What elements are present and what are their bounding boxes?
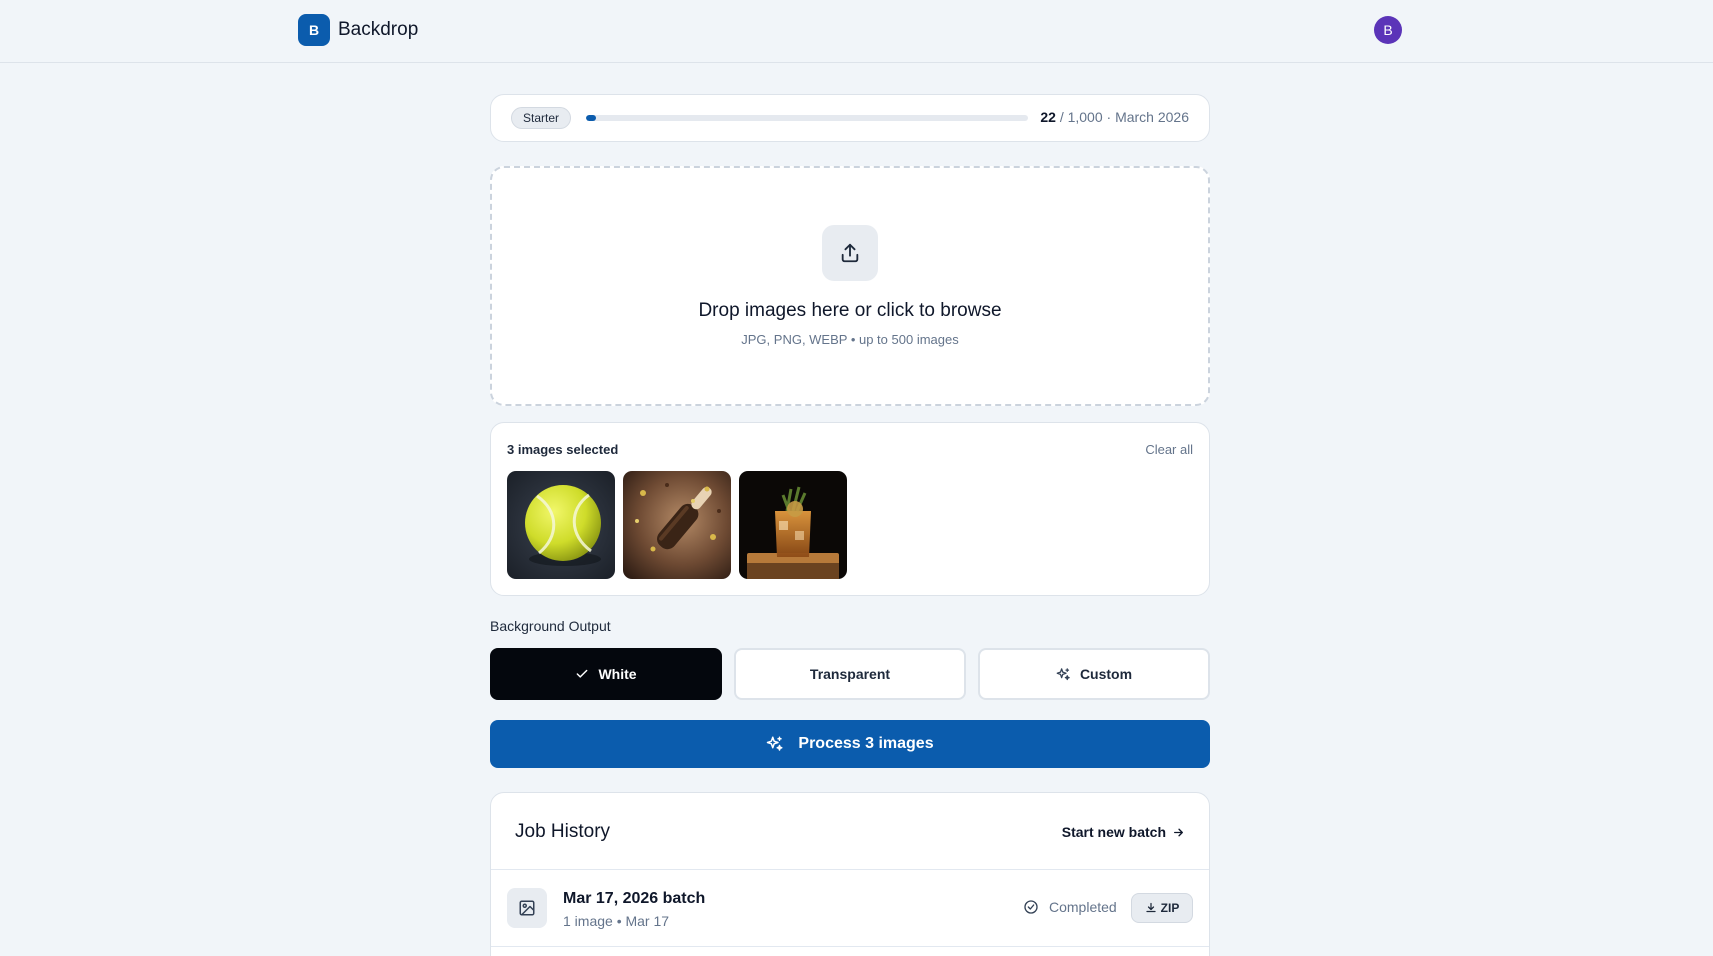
bg-option-white[interactable]: White: [490, 648, 722, 700]
start-new-batch-link[interactable]: Start new batch: [1062, 824, 1185, 840]
thumbnail-tennis-ball[interactable]: [507, 471, 615, 579]
dropzone-title: Drop images here or click to browse: [698, 300, 1002, 321]
start-new-batch-label: Start new batch: [1061, 824, 1166, 840]
job-meta: 1 image • Mar 17: [563, 913, 670, 929]
usage-count: 22 / 1,000 · March 2026: [1040, 109, 1189, 125]
job-status: Completed: [1023, 899, 1117, 915]
arrow-right-icon: [1174, 828, 1183, 836]
image-icon: [507, 888, 547, 928]
row-divider: [491, 946, 1209, 947]
clear-all-button[interactable]: Clear all: [1145, 442, 1193, 457]
process-images-button[interactable]: Process 3 images: [490, 720, 1210, 768]
logo-badge[interactable]: B: [298, 14, 330, 46]
thumbnail-cocktail[interactable]: [739, 471, 847, 579]
bg-option-custom[interactable]: Custom: [978, 648, 1210, 700]
selected-count: 3 images selected: [507, 442, 619, 457]
usage-progress-fill: [586, 115, 596, 121]
bg-option-transparent-label: Transparent: [809, 666, 891, 682]
bg-option-custom-label: Custom: [1079, 666, 1133, 682]
process-button-label: Process 3 images: [798, 735, 934, 752]
download-zip-button[interactable]: ZIP: [1131, 893, 1193, 923]
download-icon: [1146, 902, 1156, 913]
top-bar: B Backdrop B: [0, 0, 1713, 63]
job-name[interactable]: Mar 17, 2026 batch: [563, 890, 705, 908]
check-circle-icon: [1024, 900, 1038, 914]
job-history-card: Job History Start new batch Mar 17, 2026…: [490, 792, 1210, 956]
plan-badge: Starter: [511, 107, 572, 129]
sparkle-icon: [767, 736, 783, 751]
bg-option-white-label: White: [598, 666, 637, 682]
bg-option-transparent[interactable]: Transparent: [734, 648, 966, 700]
thumbnail-ice-cream-bar[interactable]: [623, 471, 731, 579]
upload-icon[interactable]: [822, 225, 878, 281]
user-avatar[interactable]: B: [1374, 16, 1402, 44]
job-status-label: Completed: [1049, 899, 1117, 915]
usage-used: 22: [1040, 109, 1056, 125]
image-dropzone[interactable]: Drop images here or click to browse JPG,…: [490, 166, 1210, 406]
history-divider: [491, 869, 1209, 870]
usage-limit-period: / 1,000 · March 2026: [1059, 109, 1189, 125]
background-output-label: Background Output: [490, 618, 611, 634]
usage-card: Starter 22 / 1,000 · March 2026: [490, 94, 1210, 142]
sparkle-icon: [1056, 667, 1070, 680]
job-history-title: Job History: [515, 821, 611, 842]
selected-images-card: 3 images selected Clear all: [490, 422, 1210, 596]
app-name[interactable]: Backdrop: [338, 19, 418, 41]
check-icon: [577, 669, 588, 678]
usage-progress-bar: [586, 115, 1028, 121]
dropzone-subtitle: JPG, PNG, WEBP • up to 500 images: [741, 332, 959, 347]
download-zip-label: ZIP: [1160, 901, 1180, 915]
